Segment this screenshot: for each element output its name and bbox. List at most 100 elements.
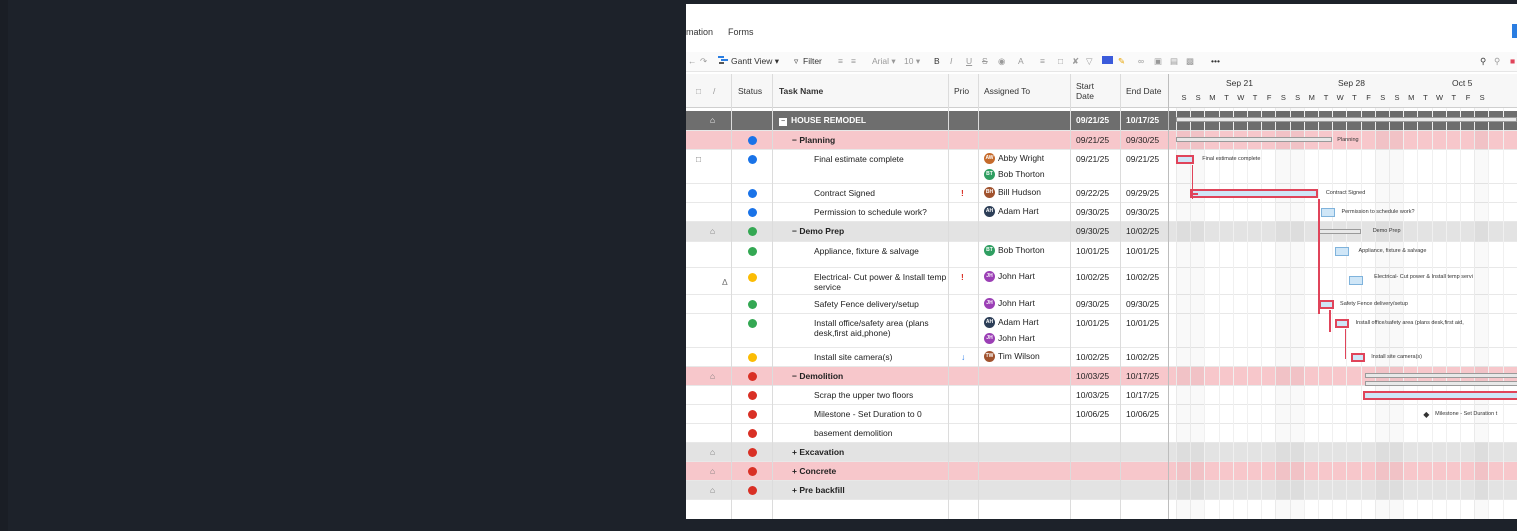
end-date[interactable]: 10/02/25 — [1126, 222, 1159, 236]
font-select[interactable]: Arial ▾ — [872, 55, 896, 67]
assigned-to[interactable]: BH Bill Hudson — [984, 184, 1041, 203]
menu-item-forms[interactable]: Forms — [728, 27, 754, 37]
gantt-view-button[interactable]: Gantt View ▾ — [731, 55, 779, 67]
outdent-icon[interactable]: ≡ — [851, 55, 856, 67]
status-indicator[interactable] — [748, 227, 757, 236]
start-date[interactable]: 09/30/25 — [1076, 295, 1109, 309]
assignee[interactable]: AW Abby Wright — [984, 153, 1045, 169]
column-task-name[interactable]: Task Name — [779, 74, 823, 108]
fill-color-icon[interactable]: ◉ — [998, 55, 1005, 67]
section-name[interactable]: + Concrete — [792, 462, 836, 476]
redo-button[interactable]: ↷ — [700, 55, 707, 67]
start-date[interactable]: 10/03/25 — [1076, 386, 1109, 400]
start-date[interactable]: 09/21/25 — [1076, 111, 1109, 125]
clear-format-icon[interactable]: ✘ — [1072, 55, 1079, 67]
task-name[interactable]: Electrical- Cut power & Install temp ser… — [814, 268, 948, 292]
status-indicator[interactable] — [748, 410, 757, 419]
status-indicator[interactable] — [748, 467, 757, 476]
font-size-select[interactable]: 10 ▾ — [904, 55, 920, 67]
start-date[interactable]: 10/01/25 — [1076, 314, 1109, 328]
column-assigned-to[interactable]: Assigned To — [984, 74, 1030, 108]
menu-item-automation[interactable]: mation — [686, 27, 713, 37]
section-name[interactable]: + Pre backfill — [792, 481, 845, 495]
assigned-to[interactable]: TW Tim Wilson — [984, 348, 1040, 367]
start-date[interactable]: 09/21/25 — [1076, 150, 1109, 164]
start-date[interactable]: 09/21/25 — [1076, 131, 1109, 145]
status-indicator[interactable] — [748, 273, 757, 282]
highlight-icon[interactable] — [1102, 55, 1113, 67]
start-date[interactable]: 10/03/25 — [1076, 367, 1109, 381]
assigned-to[interactable]: JH John Hart — [984, 295, 1035, 314]
status-indicator[interactable] — [748, 353, 757, 362]
section-name[interactable]: − Demo Prep — [792, 222, 844, 236]
start-date[interactable]: 10/02/25 — [1076, 268, 1109, 282]
gantt-task-bar[interactable] — [1349, 276, 1364, 285]
section-name[interactable]: − HOUSE REMODEL — [779, 111, 866, 126]
link-icon[interactable]: ∞ — [1138, 55, 1144, 67]
assignee[interactable]: BT Bob Thorton — [984, 245, 1045, 261]
end-date[interactable]: 10/02/25 — [1126, 348, 1159, 362]
end-date[interactable]: 09/21/25 — [1126, 150, 1159, 164]
assignee[interactable]: BT Bob Thorton — [984, 169, 1045, 185]
assignee[interactable]: JH John Hart — [984, 298, 1035, 314]
start-date[interactable]: 09/22/25 — [1076, 184, 1109, 198]
assignee[interactable]: TW Tim Wilson — [984, 351, 1040, 367]
section-name[interactable]: − Planning — [792, 131, 835, 145]
end-date[interactable]: 09/30/25 — [1126, 295, 1159, 309]
gantt-task-bar[interactable] — [1335, 247, 1350, 256]
column-start-date[interactable]: Start Date — [1076, 74, 1108, 108]
status-indicator[interactable] — [748, 429, 757, 438]
zoom-out-icon[interactable]: ⚲ — [1494, 55, 1500, 67]
underline-button[interactable]: U — [966, 55, 972, 67]
gantt-summary-bar[interactable] — [1364, 373, 1517, 378]
task-name[interactable]: Safety Fence delivery/setup — [814, 295, 948, 309]
filter-button[interactable]: Filter — [803, 55, 822, 67]
zoom-in-icon[interactable]: ⚲ — [1480, 55, 1486, 67]
task-name[interactable]: Scrap the upper two floors — [814, 386, 948, 400]
assigned-to[interactable]: AH Adam Hart — [984, 203, 1039, 222]
share-button[interactable] — [1512, 24, 1517, 38]
bold-button[interactable]: B — [934, 55, 940, 67]
start-date[interactable]: 10/02/25 — [1076, 348, 1109, 362]
status-indicator[interactable] — [748, 372, 757, 381]
status-indicator[interactable] — [748, 391, 757, 400]
status-indicator[interactable] — [748, 319, 757, 328]
end-date[interactable]: 10/17/25 — [1126, 111, 1159, 125]
gantt-task-bar[interactable] — [1320, 208, 1336, 217]
column-prio[interactable]: Prio — [954, 74, 969, 108]
start-date[interactable]: 10/06/25 — [1076, 405, 1109, 419]
start-date[interactable]: 09/30/25 — [1076, 203, 1109, 217]
task-name[interactable]: Permission to schedule work? — [814, 203, 948, 217]
gantt-summary-bar[interactable] — [1176, 117, 1517, 122]
assigned-to[interactable]: AW Abby Wright BT Bob Thorton — [984, 150, 1045, 185]
task-name[interactable]: Final estimate complete — [814, 150, 948, 164]
task-name[interactable]: basement demolition — [814, 424, 948, 438]
gantt-task-bar[interactable] — [1350, 353, 1365, 362]
task-name[interactable]: Install office/safety area (plans desk,f… — [814, 314, 948, 338]
align-icon[interactable]: ≡ — [1040, 55, 1045, 67]
end-date[interactable]: 09/30/25 — [1126, 203, 1159, 217]
assigned-to[interactable]: AH Adam Hart JH John Hart — [984, 314, 1039, 349]
gantt-task-bar[interactable] — [1335, 319, 1350, 328]
start-date[interactable]: 10/01/25 — [1076, 242, 1109, 256]
gantt-summary-bar[interactable] — [1176, 137, 1333, 142]
status-indicator[interactable] — [748, 247, 757, 256]
task-name[interactable]: Install site camera(s) — [814, 348, 948, 362]
italic-button[interactable]: I — [950, 55, 952, 67]
assigned-to[interactable]: JH John Hart — [984, 268, 1035, 287]
end-date[interactable]: 09/30/25 — [1126, 131, 1159, 145]
assigned-to[interactable]: BT Bob Thorton — [984, 242, 1045, 261]
column-end-date[interactable]: End Date — [1126, 74, 1161, 108]
task-name[interactable]: Appliance, fixture & salvage — [814, 242, 948, 256]
status-indicator[interactable] — [748, 155, 757, 164]
status-indicator[interactable] — [748, 189, 757, 198]
status-indicator[interactable] — [748, 486, 757, 495]
end-date[interactable]: 10/02/25 — [1126, 268, 1159, 282]
conditional-format-icon[interactable]: ▽ — [1086, 55, 1093, 67]
start-date[interactable]: 09/30/25 — [1076, 222, 1109, 236]
end-date[interactable]: 10/01/25 — [1126, 314, 1159, 328]
pencil-icon[interactable]: ✎ — [1118, 55, 1125, 67]
section-name[interactable]: + Excavation — [792, 443, 844, 457]
gantt-summary-bar[interactable] — [1364, 381, 1517, 386]
end-date[interactable]: 10/06/25 — [1126, 405, 1159, 419]
